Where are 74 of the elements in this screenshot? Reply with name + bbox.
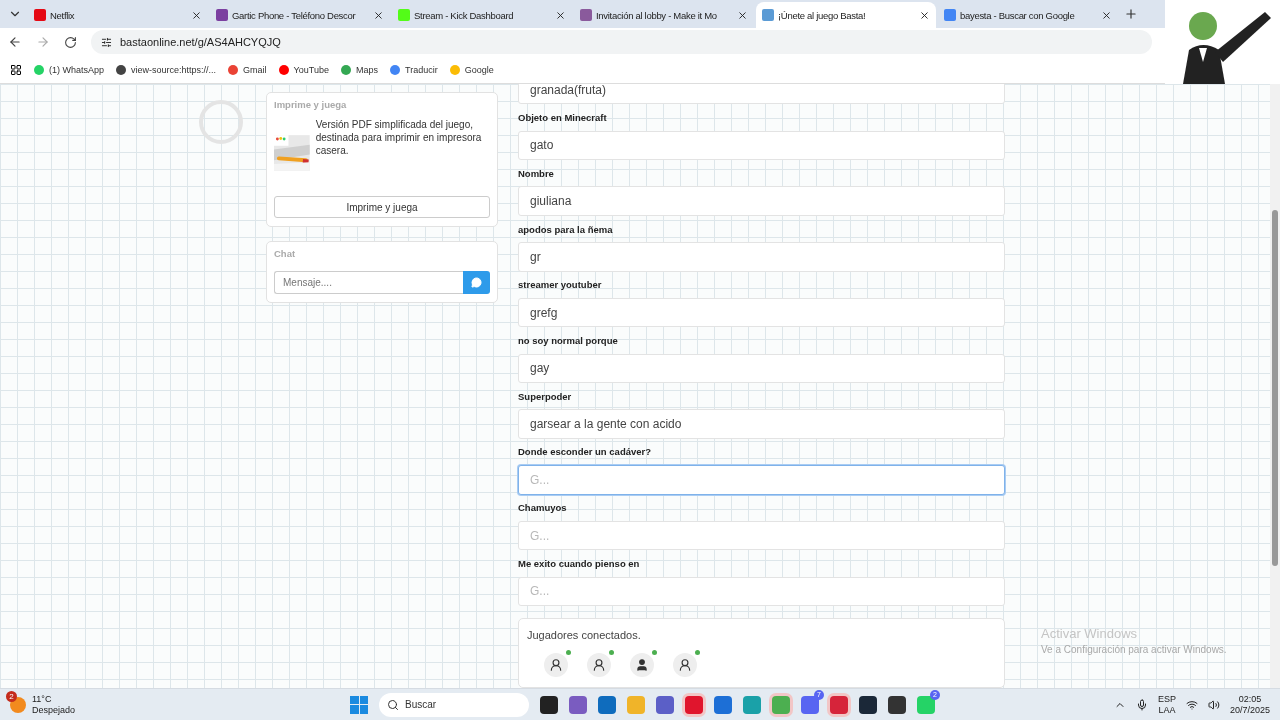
bookmark[interactable]: Traducir (389, 64, 438, 75)
close-icon[interactable] (373, 9, 384, 21)
activation-text: Ve a Configuración para activar Windows. (1041, 644, 1227, 655)
field-label: apodos para la ñema (518, 222, 614, 237)
card-title: Imprime y juega (274, 99, 348, 110)
taskbar-search[interactable]: Buscar (379, 692, 529, 717)
answer-field[interactable]: G... (518, 465, 1005, 495)
field-label: Me exito cuando pienso en (518, 556, 641, 571)
scrollbar[interactable] (1270, 84, 1280, 688)
answer-field[interactable]: gay (518, 353, 1005, 384)
clock[interactable]: 02:05 20/7/2025 (1229, 693, 1270, 716)
wifi-icon[interactable] (1185, 698, 1198, 711)
search-icon (387, 698, 399, 711)
host-user-icon (635, 657, 649, 672)
browser-tab[interactable]: Gartic Phone - Teléfono Descor (210, 2, 390, 28)
bookmark[interactable]: Gmail (228, 64, 267, 75)
volume-icon[interactable] (1207, 698, 1220, 711)
answer-field[interactable]: grefg (518, 297, 1005, 328)
address-bar[interactable]: bastaonline.net/g/AS4AHCYQJQ (91, 30, 1152, 54)
site-info-icon[interactable] (101, 36, 112, 48)
browser-tab[interactable]: Netflix (28, 2, 208, 28)
chat-bubble-icon (471, 277, 482, 288)
answer-field[interactable]: granada(fruta) (518, 84, 1005, 105)
mic-icon[interactable] (1135, 698, 1148, 711)
user-icon (592, 657, 606, 672)
field-label: no soy normal porque (518, 334, 619, 348)
language-indicator[interactable]: ESP LAA (1157, 693, 1176, 716)
url-text: bastaonline.net/g/AS4AHCYQJQ (120, 36, 281, 48)
temperature: 11°C (32, 693, 53, 705)
plus-icon (1124, 7, 1138, 21)
close-icon[interactable] (555, 9, 566, 21)
user-icon (549, 657, 563, 672)
field-label: streamer youtuber (518, 278, 603, 293)
answer-field[interactable]: giuliana (518, 186, 1005, 216)
send-button[interactable] (463, 271, 490, 294)
bookmark[interactable]: (1) WhatsApp (34, 64, 105, 75)
field-label: Superpoder (518, 389, 573, 404)
browser-tab[interactable]: Invitación al lobby - Make it Mo (574, 2, 754, 28)
browser-tab[interactable]: bayesta - Buscar con Google (938, 2, 1118, 28)
field-label: Donde esconder un cadáver? (518, 445, 653, 460)
message-field[interactable]: Mensaje.... (274, 271, 463, 294)
close-icon[interactable] (919, 9, 930, 21)
close-icon[interactable] (737, 9, 748, 21)
players-title: Jugadores conectados. (527, 628, 642, 641)
activation-title: Activar Windows (1041, 626, 1139, 641)
close-icon[interactable] (191, 9, 202, 21)
browser-tab[interactable]: ¡Únete al juego Basta! (756, 2, 936, 28)
answer-field[interactable]: gato (518, 130, 1005, 161)
answer-field[interactable]: gr (518, 242, 1005, 272)
browser-tab[interactable]: Stream - Kick Dashboard (392, 2, 572, 28)
reload-icon[interactable] (64, 35, 77, 49)
user-icon (678, 657, 692, 672)
bookmark[interactable]: Maps (340, 64, 378, 75)
back-icon[interactable] (8, 35, 22, 49)
field-label: Objeto en Minecraft (518, 111, 608, 126)
field-label: Chamuyos (518, 501, 568, 516)
search-label: Buscar (405, 699, 437, 710)
bookmark[interactable]: Google (449, 64, 494, 75)
taskbar-app-icon[interactable] (540, 695, 558, 714)
chat-title: Chat (274, 248, 297, 259)
apps-icon[interactable] (10, 63, 22, 76)
print-button[interactable]: Imprime y juega (274, 196, 490, 218)
taskbar-app-icon[interactable] (859, 695, 877, 714)
bookmark[interactable]: view-source:https://... (116, 64, 217, 75)
card-description: Versión PDF simplificada del juego, destinada para imprimir en impresora casera. (315, 118, 483, 158)
taskbar-app-icon[interactable] (888, 695, 906, 714)
loading-spinner (199, 100, 243, 144)
close-icon[interactable] (1101, 9, 1112, 21)
weather-condition: Despejado (32, 704, 76, 716)
start-icon[interactable] (350, 695, 368, 714)
weather-badge: 2 (6, 690, 17, 702)
answer-field[interactable]: garsear a la gente con acido (518, 409, 1005, 439)
field-label: Nombre (518, 166, 555, 181)
bookmark[interactable]: YouTube (278, 64, 329, 75)
